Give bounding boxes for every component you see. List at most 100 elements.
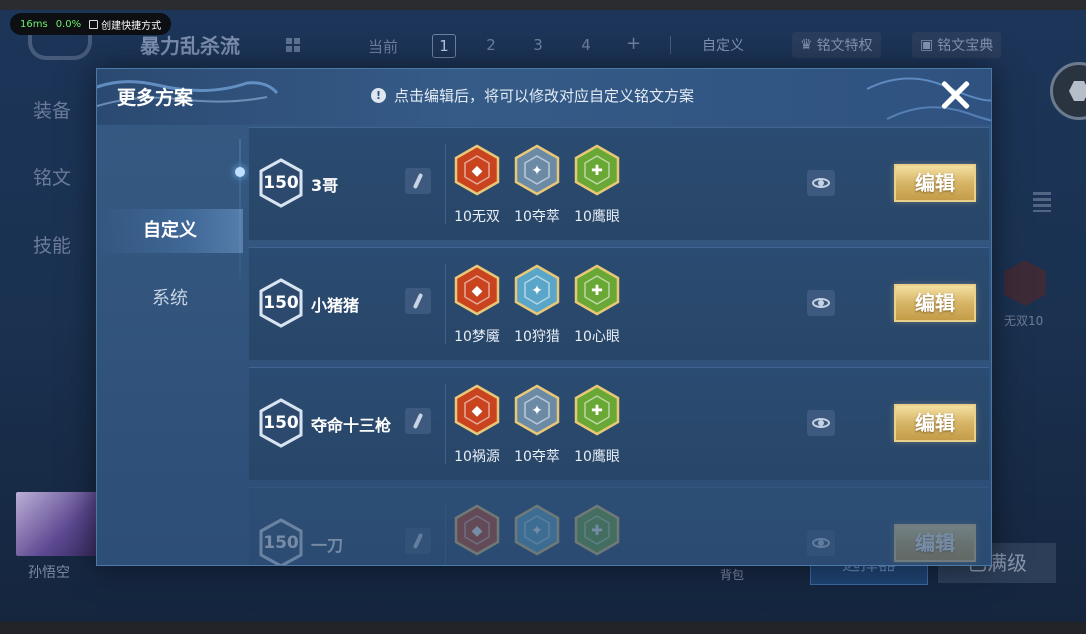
- nav-active-indicator: [235, 167, 245, 177]
- bottom-strip: [0, 622, 1086, 634]
- rune-icon: ✦: [514, 264, 560, 316]
- book-icon: ▣: [920, 37, 934, 53]
- divider: [445, 504, 446, 565]
- dialog-notice: ! 点击编辑后，将可以修改对应自定义铭文方案: [371, 85, 694, 106]
- preview-eye-icon[interactable]: [807, 170, 835, 196]
- level-badge: 150: [259, 158, 303, 208]
- create-shortcut-button[interactable]: 创建快捷方式: [89, 17, 161, 32]
- side-tab-equipment[interactable]: 装备: [33, 96, 71, 123]
- level-badge: 150: [259, 398, 303, 448]
- preview-eye-icon[interactable]: [807, 530, 835, 556]
- plan-row: 150 3哥 ◆ 10无双 ✦ 10夺萃 ✚ 10鹰眼 编辑: [249, 127, 989, 240]
- edit-button[interactable]: 编辑: [894, 404, 976, 442]
- nav-divider: [239, 139, 241, 279]
- svg-text:✚: ✚: [591, 403, 603, 419]
- rune-icon: ◆: [454, 144, 500, 196]
- divider: [670, 36, 671, 54]
- page-tab-4[interactable]: 4: [575, 34, 597, 56]
- custom-button[interactable]: 自定义: [694, 32, 752, 58]
- rune-icon: ✚: [574, 264, 620, 316]
- svg-text:◆: ◆: [472, 163, 483, 179]
- svg-text:◆: ◆: [472, 403, 483, 419]
- plan-list[interactable]: 150 3哥 ◆ 10无双 ✦ 10夺萃 ✚ 10鹰眼 编辑 150 小猪猪 ◆…: [249, 127, 989, 565]
- nav-tab-system[interactable]: 系统: [97, 277, 243, 321]
- rune-label: 10狩猎: [514, 329, 560, 345]
- plan-row: 150 一刀 ◆ ✦ ✚ 编辑: [249, 487, 989, 565]
- info-icon: !: [371, 88, 386, 103]
- more-plans-dialog: 更多方案 ! 点击编辑后，将可以修改对应自定义铭文方案 自定义 系统 150 3…: [96, 68, 992, 566]
- rune-label: 10夺萃: [514, 209, 560, 225]
- divider: [445, 384, 446, 464]
- edit-button[interactable]: 编辑: [894, 524, 976, 562]
- rune-treasure-label: 铭文宝典: [937, 38, 994, 54]
- create-shortcut-label: 创建快捷方式: [101, 20, 162, 32]
- cpu-usage: 0.0%: [55, 18, 82, 30]
- edit-button[interactable]: 编辑: [894, 284, 976, 322]
- side-tab-skills[interactable]: 技能: [33, 231, 71, 258]
- rename-pen-icon[interactable]: [405, 288, 431, 314]
- svg-text:✦: ✦: [531, 163, 543, 179]
- current-label: 当前: [368, 38, 399, 56]
- page-tab-2[interactable]: 2: [480, 34, 502, 56]
- level-badge: 150: [259, 518, 303, 565]
- dialog-title: 更多方案: [117, 87, 194, 109]
- rune-icon: ◆: [454, 504, 500, 556]
- rune-icon: ✚: [574, 504, 620, 556]
- plan-category-nav: 自定义 系统: [97, 125, 243, 565]
- list-icon[interactable]: [1033, 192, 1051, 212]
- divider: [445, 144, 446, 224]
- divider: [445, 264, 446, 344]
- plan-name: 夺命十三枪: [311, 416, 392, 435]
- nav-tab-custom[interactable]: 自定义: [97, 209, 243, 253]
- close-icon[interactable]: [935, 75, 975, 115]
- plan-name: 小猪猪: [311, 296, 360, 315]
- svg-text:◆: ◆: [472, 283, 483, 299]
- rune-icon: ◆: [454, 384, 500, 436]
- rune-icon: ✦: [514, 384, 560, 436]
- hero-portrait[interactable]: [16, 492, 98, 556]
- svg-text:✦: ✦: [531, 403, 543, 419]
- svg-text:✚: ✚: [591, 523, 603, 539]
- svg-text:✦: ✦: [531, 523, 543, 539]
- rename-pen-icon[interactable]: [405, 408, 431, 434]
- plan-name: 一刀: [311, 536, 344, 555]
- rune-icon: ✚: [574, 384, 620, 436]
- hero-name: 孙悟空: [28, 565, 70, 581]
- side-tab-runes[interactable]: 铭文: [33, 163, 71, 190]
- level-value: 150: [263, 293, 299, 313]
- rune-icon: ✦: [514, 144, 560, 196]
- rune-icon: ✦: [514, 504, 560, 556]
- add-page-button[interactable]: +: [626, 33, 641, 54]
- svg-text:✦: ✦: [531, 283, 543, 299]
- rune-privilege-label: 铭文特权: [816, 38, 873, 54]
- rune-icon: ✚: [574, 144, 620, 196]
- rune-label: 10梦魇: [454, 329, 500, 345]
- page-tab-1[interactable]: 1: [432, 34, 456, 58]
- perf-overlay: 16ms 0.0% 创建快捷方式: [10, 13, 172, 35]
- page-tab-3[interactable]: 3: [527, 34, 549, 56]
- rune-label: 10鹰眼: [574, 449, 620, 465]
- svg-text:✚: ✚: [591, 163, 603, 179]
- preview-eye-icon[interactable]: [807, 290, 835, 316]
- rune-label: 10无双: [454, 209, 500, 225]
- plan-row: 150 夺命十三枪 ◆ 10祸源 ✦ 10夺萃 ✚ 10鹰眼 编辑: [249, 367, 989, 480]
- privilege-icon: ♛: [800, 37, 813, 53]
- grid-icon[interactable]: [286, 38, 300, 52]
- notice-text: 点击编辑后，将可以修改对应自定义铭文方案: [394, 87, 695, 105]
- edit-button[interactable]: 编辑: [894, 164, 976, 202]
- rename-pen-icon[interactable]: [405, 168, 431, 194]
- preview-eye-icon[interactable]: [807, 410, 835, 436]
- level-value: 150: [263, 533, 299, 553]
- level-badge: 150: [259, 278, 303, 328]
- rune-privilege-button[interactable]: ♛ 铭文特权: [792, 32, 881, 58]
- rune-icon: ◆: [454, 264, 500, 316]
- shortcut-icon: [89, 19, 99, 29]
- plan-name: 3哥: [311, 176, 339, 195]
- rename-pen-icon[interactable]: [405, 528, 431, 554]
- level-value: 150: [263, 173, 299, 193]
- rune-treasure-button[interactable]: ▣ 铭文宝典: [912, 32, 1002, 58]
- latency: 16ms: [20, 18, 48, 30]
- rune-label: 无双10: [1004, 314, 1044, 328]
- rune-label: 10祸源: [454, 449, 500, 465]
- rune-label: 10夺萃: [514, 449, 560, 465]
